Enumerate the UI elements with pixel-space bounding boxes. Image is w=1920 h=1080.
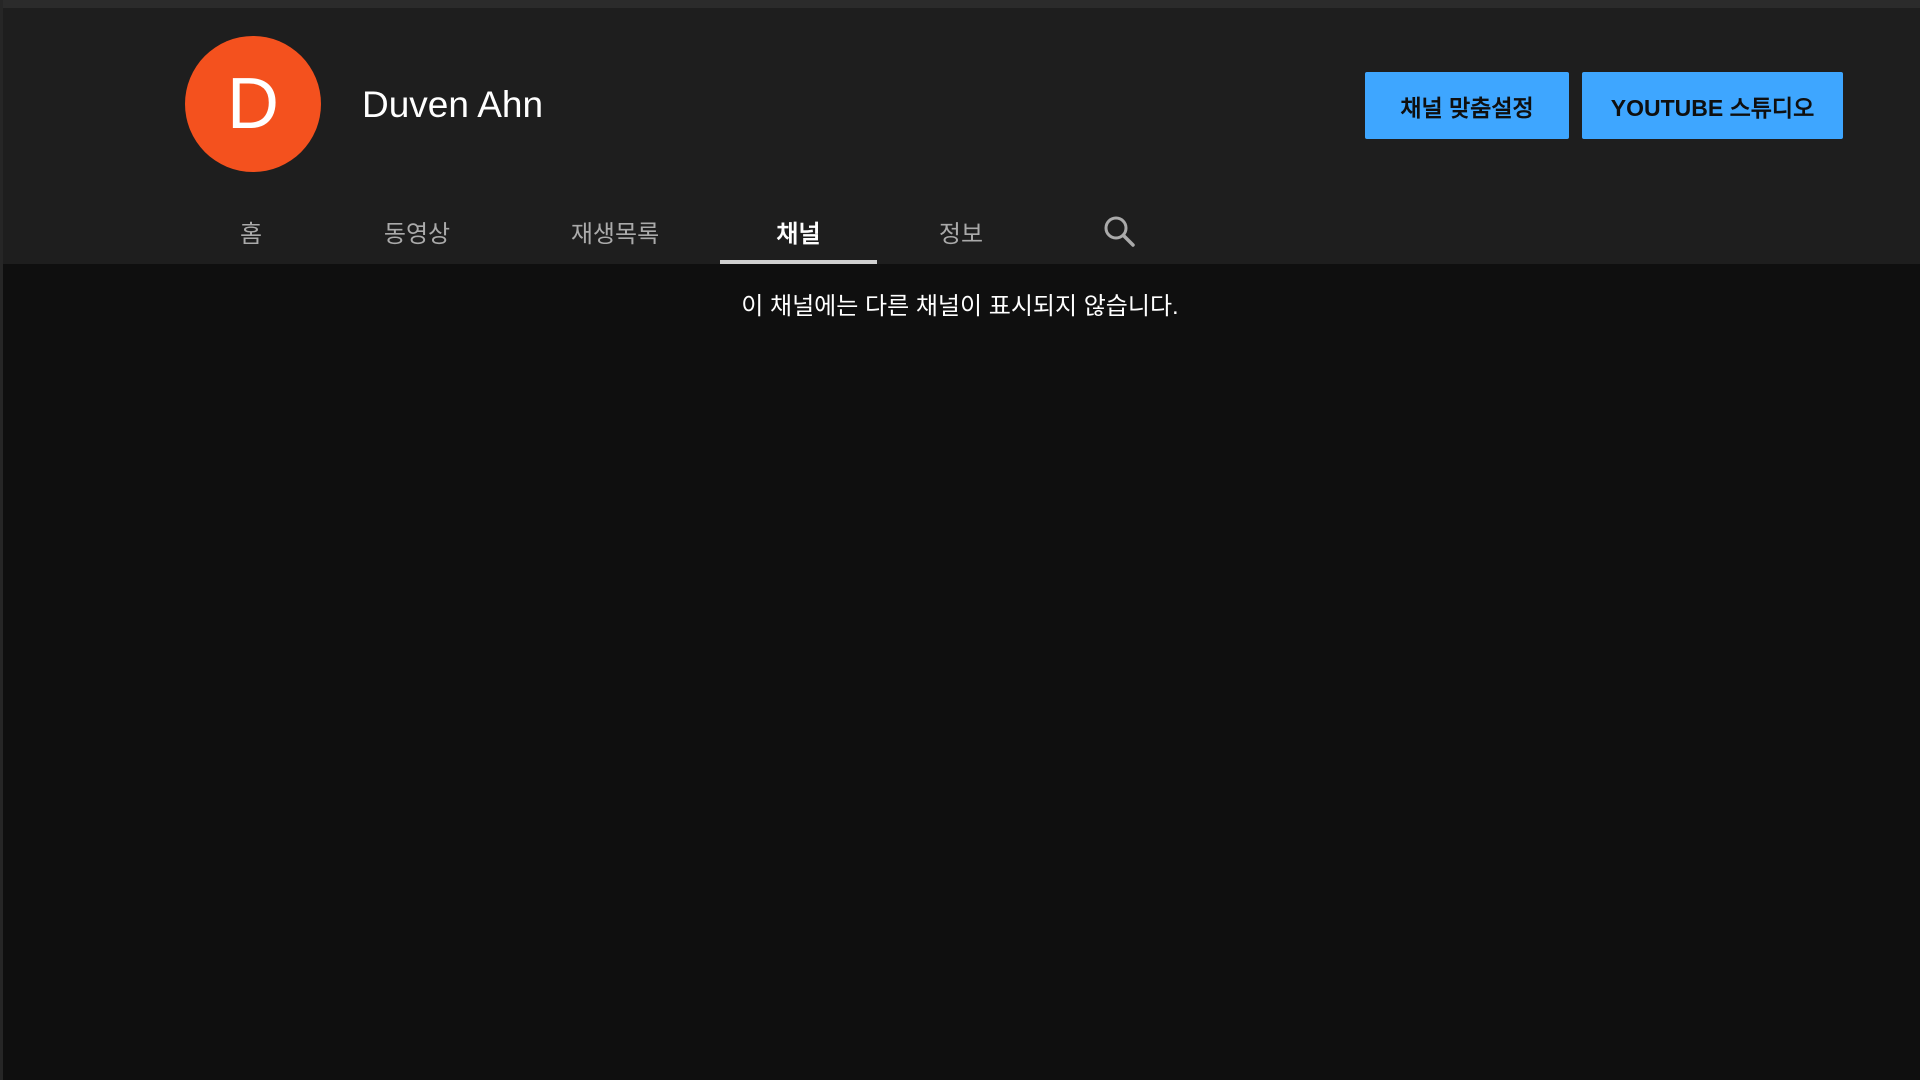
tab-search-button[interactable] bbox=[1100, 212, 1140, 252]
tab-videos[interactable]: 동영상 bbox=[369, 198, 465, 264]
channel-tabs: 홈 동영상 재생목록 채널 정보 bbox=[3, 198, 1920, 264]
tab-videos-label: 동영상 bbox=[383, 220, 451, 248]
avatar-letter: D bbox=[227, 64, 279, 144]
empty-channels-message: 이 채널에는 다른 채널이 표시되지 않습니다. bbox=[741, 293, 1179, 320]
tab-home-label: 홈 bbox=[239, 220, 263, 248]
youtube-studio-label: YOUTUBE 스튜디오 bbox=[1610, 94, 1815, 121]
channel-avatar[interactable]: D bbox=[185, 36, 321, 172]
tab-about[interactable]: 정보 bbox=[921, 198, 1001, 264]
customize-channel-label: 채널 맞춤설정 bbox=[1400, 94, 1534, 121]
search-icon bbox=[1104, 216, 1135, 247]
tab-about-label: 정보 bbox=[938, 220, 984, 248]
top-strip bbox=[0, 0, 1920, 8]
tab-playlists-label: 재생목록 bbox=[570, 220, 660, 248]
channel-header: D Duven Ahn 채널 맞춤설정 YOUTUBE 스튜디오 홈 동영상 재… bbox=[3, 8, 1920, 264]
tab-playlists[interactable]: 재생목록 bbox=[553, 198, 677, 264]
tab-channels[interactable]: 채널 bbox=[720, 198, 877, 264]
tab-channels-label: 채널 bbox=[776, 220, 821, 248]
tab-home[interactable]: 홈 bbox=[217, 198, 285, 264]
youtube-studio-button[interactable]: YOUTUBE 스튜디오 bbox=[1582, 72, 1843, 139]
customize-channel-button[interactable]: 채널 맞춤설정 bbox=[1365, 72, 1569, 139]
channel-page: D Duven Ahn 채널 맞춤설정 YOUTUBE 스튜디오 홈 동영상 재… bbox=[0, 0, 1920, 1080]
channel-name: Duven Ahn bbox=[362, 84, 544, 125]
